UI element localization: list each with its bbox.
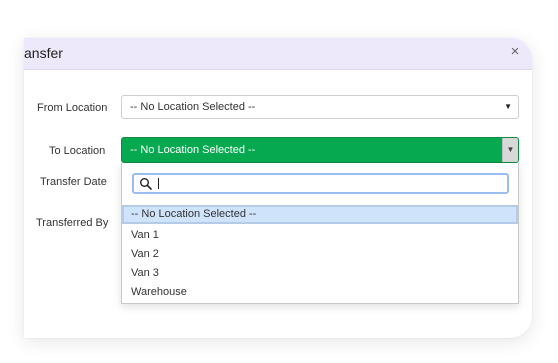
search-icon [140, 178, 152, 190]
dropdown-arrow-icon: ▼ [504, 102, 512, 111]
to-location-label: To Location [49, 145, 106, 157]
modal-header: ansfer × [24, 38, 532, 70]
from-location-select[interactable]: -- No Location Selected -- ▼ [121, 95, 519, 119]
dropdown-arrow-icon: ▼ [502, 138, 518, 162]
transfer-date-label: Transfer Date [40, 176, 107, 188]
to-location-value: -- No Location Selected -- [130, 144, 256, 156]
text-cursor [158, 178, 159, 189]
dropdown-option-van-1[interactable]: Van 1 [122, 226, 518, 245]
dropdown-option-no-location[interactable]: -- No Location Selected -- [122, 205, 518, 224]
transferred-by-label: Transferred By [36, 217, 109, 229]
to-location-select[interactable]: -- No Location Selected -- ▼ [121, 137, 519, 163]
screenshot-stage: ansfer × From Location -- No Location Se… [0, 0, 558, 363]
close-icon[interactable]: × [507, 43, 523, 61]
dropdown-option-van-3[interactable]: Van 3 [122, 264, 518, 283]
dropdown-search-input[interactable] [158, 176, 498, 191]
modal-title: ansfer [24, 45, 63, 61]
location-dropdown: -- No Location Selected -- Van 1 Van 2 V… [121, 163, 519, 304]
dropdown-option-warehouse[interactable]: Warehouse [122, 283, 518, 302]
dropdown-option-van-2[interactable]: Van 2 [122, 245, 518, 264]
from-location-label: From Location [37, 102, 108, 114]
from-location-value: -- No Location Selected -- [130, 101, 256, 113]
transfer-modal: ansfer × From Location -- No Location Se… [24, 38, 532, 338]
dropdown-search-box[interactable] [132, 173, 509, 194]
